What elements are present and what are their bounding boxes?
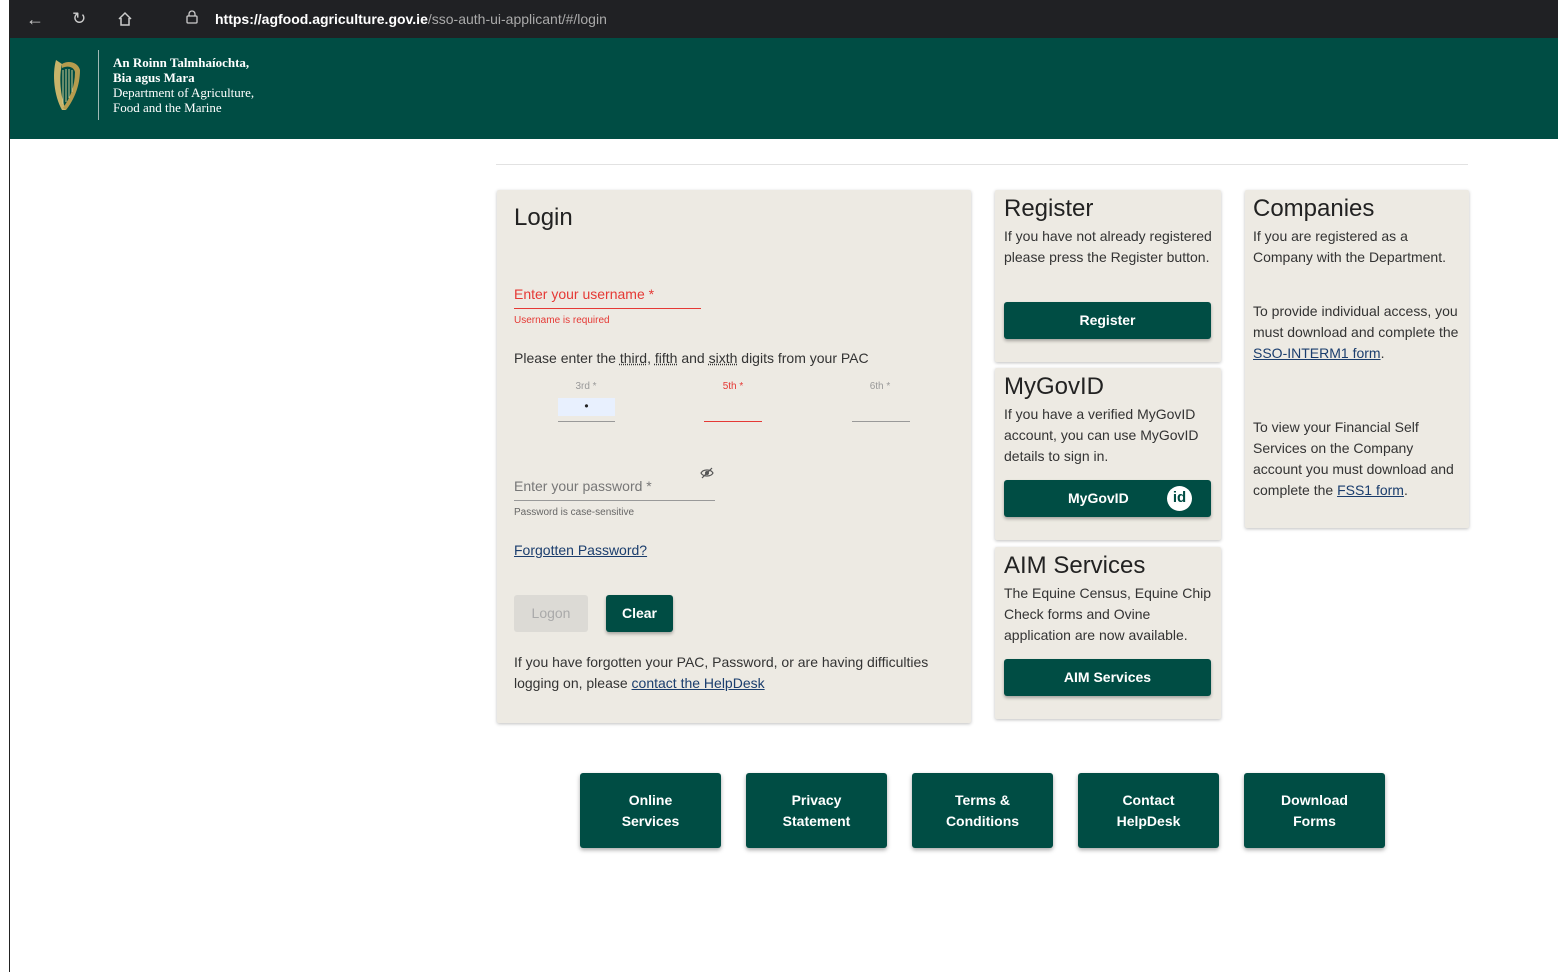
mygovid-title: MyGovID — [1004, 373, 1105, 400]
url-path: /sso-auth-ui-applicant/#/login — [427, 11, 607, 27]
pac-instruction-prefix: Please enter the — [514, 350, 620, 366]
password-underline — [514, 500, 715, 501]
register-text: If you have not already registered pleas… — [1004, 228, 1212, 265]
password-hint: Password is case-sensitive — [514, 507, 635, 518]
dept-english-line-2: Food and the Marine — [113, 100, 222, 115]
pac-3rd-label: 3rd * — [575, 381, 597, 392]
back-arrow-icon[interactable]: ← — [26, 9, 44, 30]
companies-text-1: If you are registered as a Company with … — [1253, 228, 1446, 265]
mygovid-card: MyGovID If you have a verified MyGovID a… — [995, 368, 1221, 540]
login-title: Login — [514, 204, 573, 231]
username-error: Username is required — [514, 315, 610, 326]
forgotten-password-link[interactable]: Forgotten Password? — [514, 542, 647, 558]
reload-icon[interactable]: ↻ — [72, 9, 86, 29]
site-header: An Roinn Talmhaíochta, Bia agus Mara Dep… — [10, 38, 1558, 139]
companies-text-3: To view your Financial Self Services on … — [1253, 417, 1463, 501]
pac-sep-1: , — [647, 350, 655, 366]
pac-6th-label: 6th * — [869, 381, 891, 392]
companies-text-2: To provide individual access, you must d… — [1253, 301, 1463, 364]
username-input[interactable] — [514, 278, 701, 306]
mygovid-button[interactable]: MyGovID id — [1004, 480, 1211, 517]
pac-third-abbr: third — [619, 350, 648, 366]
pac-fifth-abbr: fifth — [654, 350, 678, 366]
fss1-form-link[interactable]: FSS1 form — [1337, 482, 1404, 498]
dept-irish-line-1: An Roinn Talmhaíochta, — [113, 55, 250, 70]
url-domain: https://agfood.agriculture.gov.ie — [215, 11, 428, 27]
companies-title: Companies — [1253, 195, 1375, 222]
mygovid-text: If you have a verified MyGovID account, … — [1004, 406, 1199, 464]
privacy-statement-button[interactable]: Privacy Statement — [746, 773, 887, 848]
home-icon[interactable] — [117, 11, 133, 27]
sso-interm1-form-link[interactable]: SSO-INTERM1 form — [1253, 345, 1381, 361]
password-input[interactable] — [514, 470, 715, 498]
companies-card: Companies If you are registered as a Com… — [1245, 190, 1469, 528]
aim-services-card: AIM Services The Equine Census, Equine C… — [995, 547, 1221, 719]
contact-helpdesk-button[interactable]: Contact HelpDesk — [1078, 773, 1219, 848]
pac-5th-input[interactable] — [704, 398, 762, 418]
clear-button[interactable]: Clear — [606, 595, 673, 632]
eye-off-icon[interactable] — [700, 466, 714, 479]
pac-3rd-input[interactable]: • — [558, 398, 615, 416]
pac-5th-underline — [704, 421, 762, 422]
window-edge — [0, 0, 10, 972]
terms-conditions-button[interactable]: Terms & Conditions — [912, 773, 1053, 848]
dept-irish-line-2: Bia agus Mara — [113, 70, 195, 85]
download-forms-button[interactable]: Download Forms — [1244, 773, 1385, 848]
register-button[interactable]: Register — [1004, 302, 1211, 339]
address-bar[interactable]: https://agfood.agriculture.gov.ie/sso-au… — [215, 11, 607, 27]
pac-instruction: Please enter the third, fifth and sixth … — [514, 350, 869, 366]
logon-button[interactable]: Logon — [514, 595, 588, 632]
header-divider — [98, 50, 99, 120]
companies-text-2-prefix: To provide individual access, you must d… — [1253, 303, 1459, 340]
companies-text-2-suffix: . — [1380, 345, 1385, 361]
content-divider — [496, 164, 1468, 165]
contact-helpdesk-link[interactable]: contact the HelpDesk — [632, 675, 765, 691]
pac-6th-underline — [852, 421, 910, 422]
pac-5th-label: 5th * — [722, 381, 744, 392]
dept-english-line-1: Department of Agriculture, — [113, 85, 255, 100]
aim-services-title: AIM Services — [1004, 552, 1146, 579]
aim-services-text: The Equine Census, Equine Chip Check for… — [1004, 585, 1212, 643]
username-underline — [514, 308, 701, 309]
mygovid-id-icon: id — [1167, 486, 1192, 511]
helpdesk-text: If you have forgotten your PAC, Password… — [514, 652, 954, 694]
lock-icon[interactable] — [186, 10, 198, 27]
department-name[interactable]: An Roinn Talmhaíochta, Bia agus Mara Dep… — [113, 55, 254, 115]
register-card: Register If you have not already registe… — [995, 190, 1221, 362]
pac-sep-2: and — [677, 350, 709, 366]
browser-toolbar: ← ↻ https://agfood.agriculture.gov.ie/ss… — [10, 0, 1558, 38]
pac-sixth-abbr: sixth — [708, 350, 738, 366]
login-card: Login Enter your username * Username is … — [497, 190, 971, 723]
companies-text-3-suffix: . — [1403, 482, 1408, 498]
pac-3rd-underline — [558, 421, 615, 422]
pac-instruction-suffix: digits from your PAC — [737, 350, 869, 366]
pac-6th-input[interactable] — [852, 398, 910, 418]
mygovid-button-label: MyGovID — [1068, 490, 1129, 506]
harp-logo-icon[interactable] — [50, 56, 84, 114]
online-services-button[interactable]: Online Services — [580, 773, 721, 848]
register-title: Register — [1004, 195, 1094, 222]
aim-services-button[interactable]: AIM Services — [1004, 659, 1211, 696]
